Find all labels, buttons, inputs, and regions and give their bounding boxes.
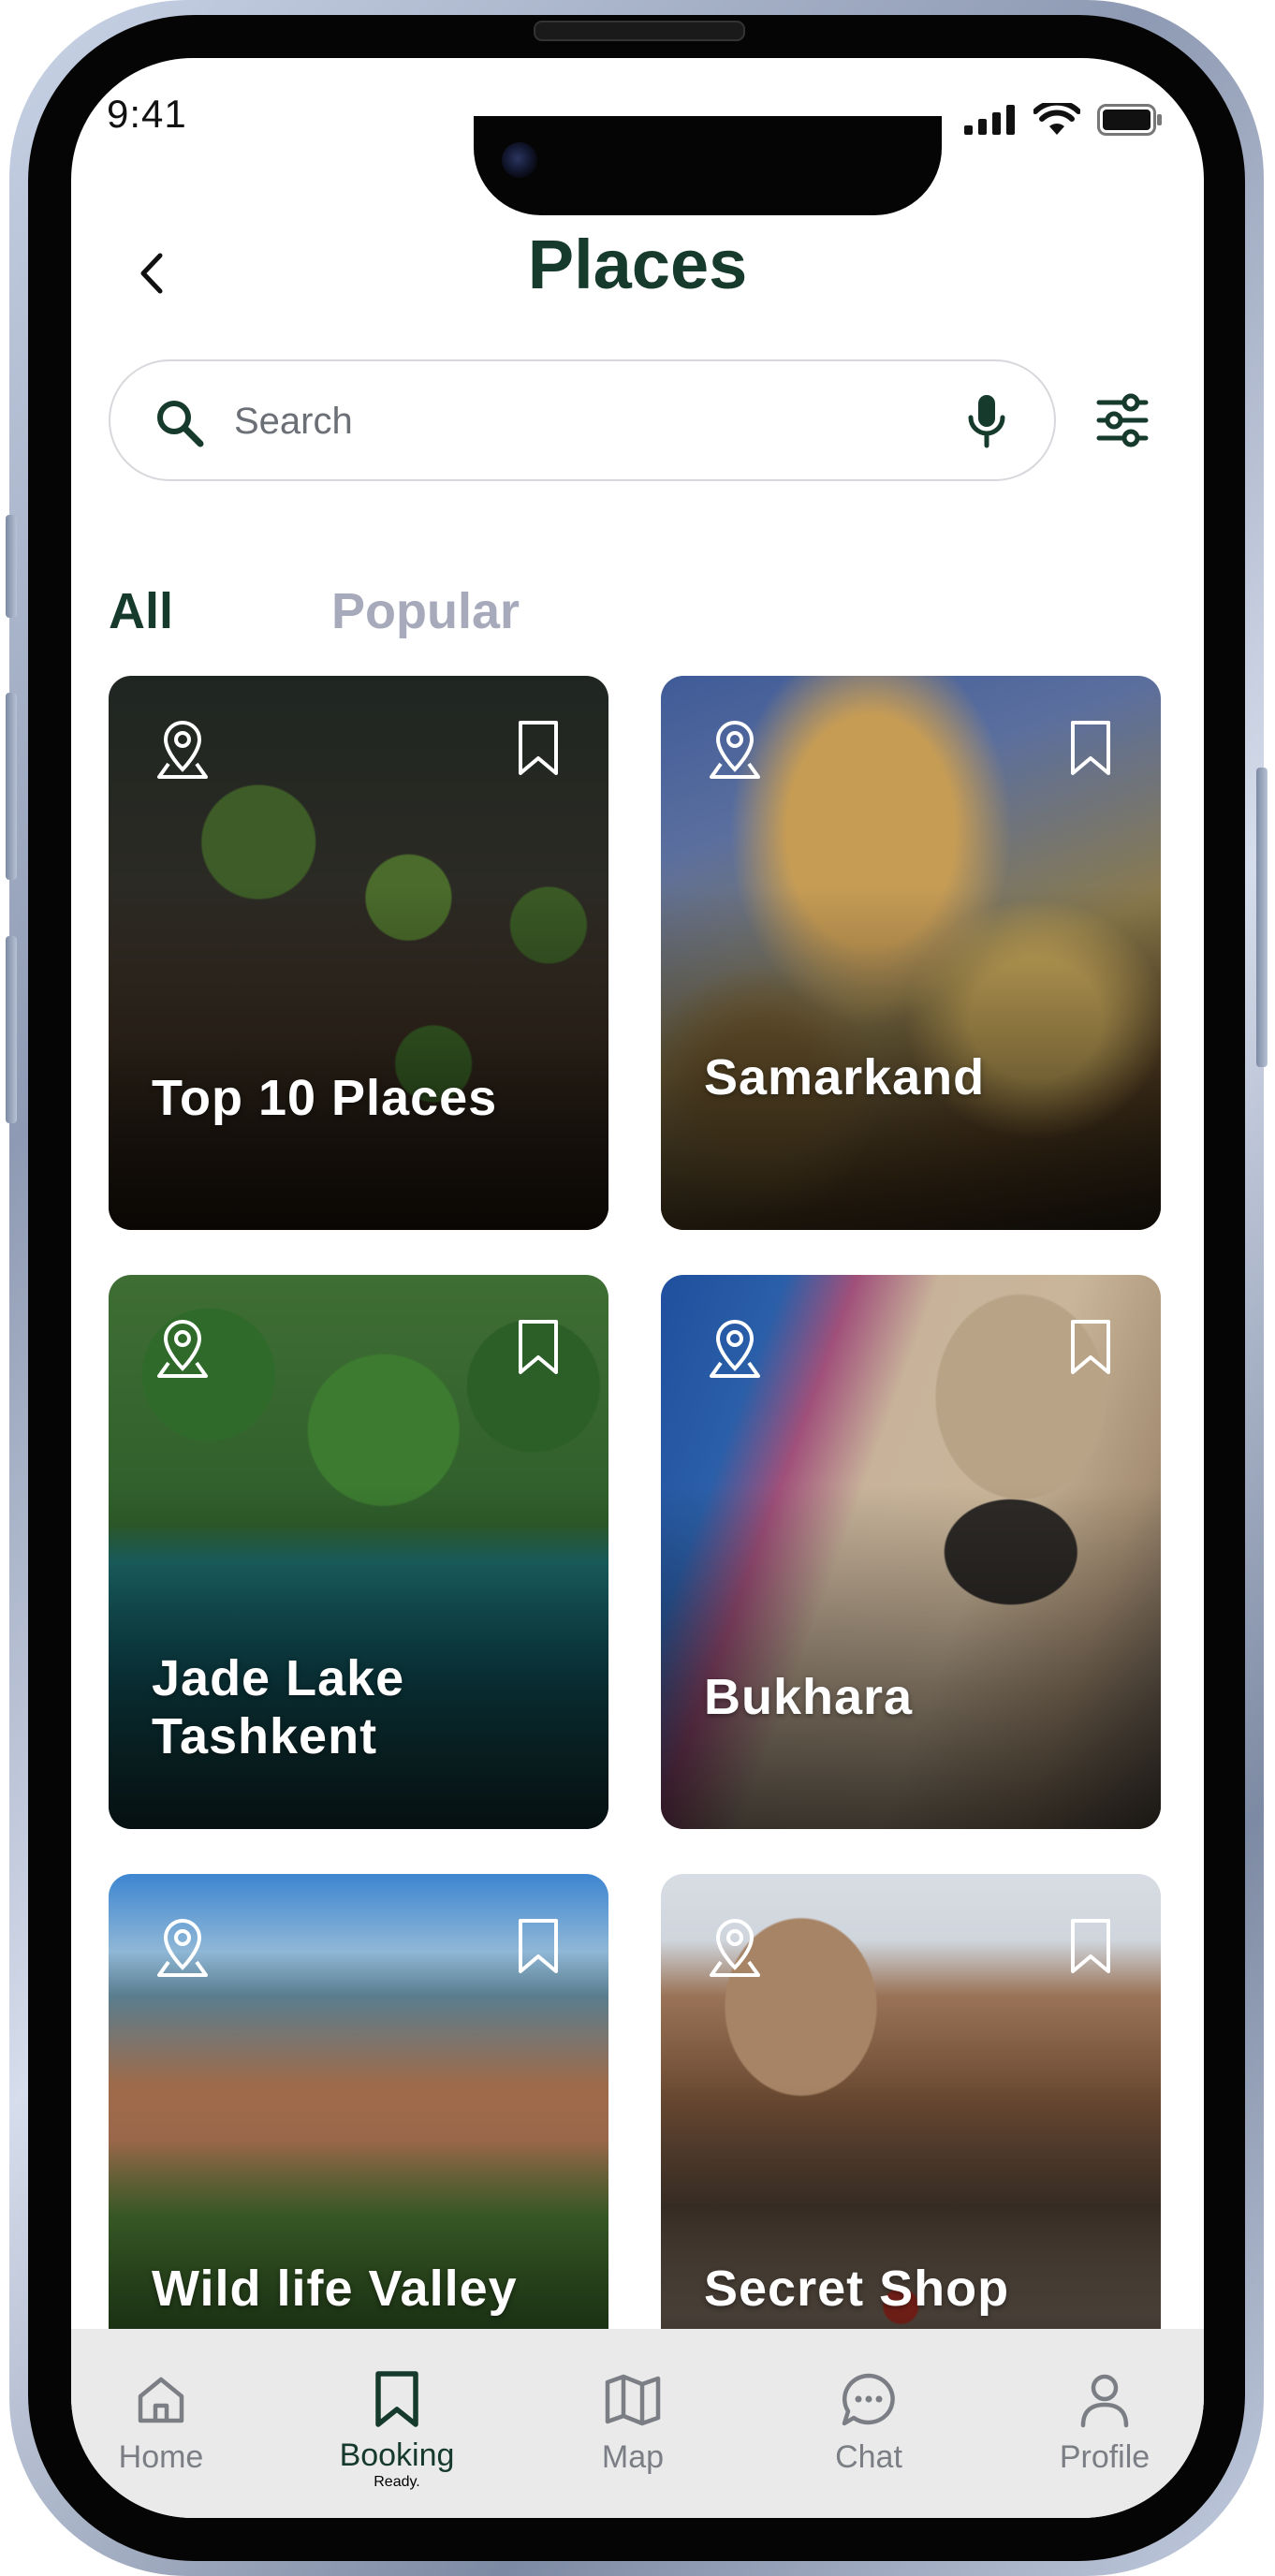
bottom-navigation: Home Booking Ready. Map Chat Profile: [71, 2329, 1204, 2518]
place-card-jade-lake-tashkent[interactable]: Jade Lake Tashkent: [109, 1275, 608, 1829]
location-pin-icon[interactable]: [155, 1917, 210, 1977]
location-pin-icon[interactable]: [155, 1318, 210, 1378]
nav-label-chat: Chat: [835, 2439, 902, 2475]
dynamic-island: [474, 116, 942, 215]
place-card-samarkand[interactable]: Samarkand: [661, 676, 1161, 1230]
map-icon: [605, 2374, 661, 2426]
bookmark-icon[interactable]: [517, 1318, 560, 1376]
place-card-bukhara[interactable]: Bukhara: [661, 1275, 1161, 1829]
nav-label-booking: Booking: [339, 2437, 455, 2473]
bookmark-icon: [375, 2371, 418, 2427]
place-name: Bukhara: [704, 1669, 914, 1725]
tab-popular[interactable]: Popular: [331, 582, 520, 640]
microphone-icon[interactable]: [968, 393, 1005, 449]
mute-switch: [6, 515, 17, 618]
nav-item-home[interactable]: Home: [86, 2329, 236, 2479]
bookmark-icon[interactable]: [1069, 719, 1112, 777]
card-image-overlay: [661, 1485, 1161, 1829]
front-camera: [502, 142, 537, 178]
location-pin-icon[interactable]: [708, 1318, 762, 1378]
bookmark-icon[interactable]: [517, 1917, 560, 1975]
place-name: Top 10 Places: [152, 1070, 498, 1126]
status-time: 9:41: [107, 92, 187, 136]
bookmark-icon[interactable]: [1069, 1318, 1112, 1376]
status-icons: [964, 103, 1163, 137]
nav-item-chat[interactable]: Chat: [794, 2329, 944, 2479]
profile-icon: [1080, 2374, 1129, 2428]
location-pin-icon[interactable]: [708, 719, 762, 779]
nav-item-map[interactable]: Map: [558, 2329, 708, 2479]
page-title: Places: [527, 226, 748, 303]
location-pin-icon[interactable]: [708, 1917, 762, 1977]
volume-down-button: [6, 936, 17, 1123]
search-bar[interactable]: [109, 359, 1056, 481]
search-input[interactable]: [232, 389, 872, 453]
search-icon: [157, 401, 204, 447]
nav-label-home: Home: [118, 2439, 204, 2475]
place-name: Jade Lake Tashkent: [152, 1650, 405, 1764]
cellular-signal-icon: [964, 105, 1015, 135]
filter-sliders-icon[interactable]: [1093, 391, 1151, 449]
volume-up-button: [6, 693, 17, 880]
place-name: Secret Shop: [704, 2261, 1010, 2317]
place-name: Samarkand: [704, 1049, 986, 1105]
nav-item-booking[interactable]: Booking Ready.: [322, 2329, 472, 2490]
tab-all[interactable]: All: [109, 582, 173, 640]
card-image-overlay: [109, 886, 608, 1230]
earpiece-speaker: [534, 21, 745, 41]
battery-icon: [1097, 104, 1162, 136]
nav-item-profile[interactable]: Profile: [1030, 2329, 1180, 2479]
place-card-top-10-places[interactable]: Top 10 Places: [109, 676, 608, 1230]
nav-label-map: Map: [601, 2439, 665, 2475]
chat-icon: [842, 2373, 895, 2426]
power-button: [1256, 768, 1268, 1067]
bookmark-icon[interactable]: [1069, 1917, 1112, 1975]
place-name: Wild life Valley: [152, 2261, 518, 2317]
bookmark-icon[interactable]: [517, 719, 560, 777]
app-screen: 9:41 Places Search All Popular Top 10 Pl…: [71, 58, 1204, 2518]
location-pin-icon[interactable]: [155, 719, 210, 779]
wifi-icon: [1033, 103, 1080, 135]
home-icon: [138, 2377, 184, 2423]
nav-label-profile: Profile: [1059, 2439, 1150, 2475]
